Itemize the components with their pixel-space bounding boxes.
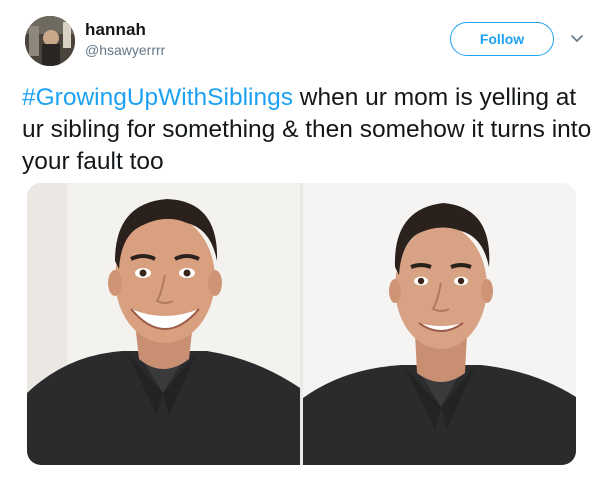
media-grid: [27, 183, 576, 465]
tweet-text: #GrowingUpWithSiblings when ur mom is ye…: [22, 82, 602, 178]
chevron-down-icon[interactable]: [568, 30, 586, 48]
follow-button[interactable]: Follow: [450, 22, 554, 56]
avatar[interactable]: [25, 16, 75, 66]
user-handle[interactable]: @hsawyerrrr: [85, 42, 165, 58]
photo-exaggerated-smile[interactable]: [27, 183, 300, 465]
tweet-card: hannah @hsawyerrrr Follow #GrowingUpWith…: [0, 0, 616, 477]
photo-forced-smile[interactable]: [303, 183, 576, 465]
avatar-image: [25, 16, 75, 66]
hashtag-link[interactable]: #GrowingUpWithSiblings: [22, 84, 293, 111]
display-name[interactable]: hannah: [85, 20, 146, 40]
